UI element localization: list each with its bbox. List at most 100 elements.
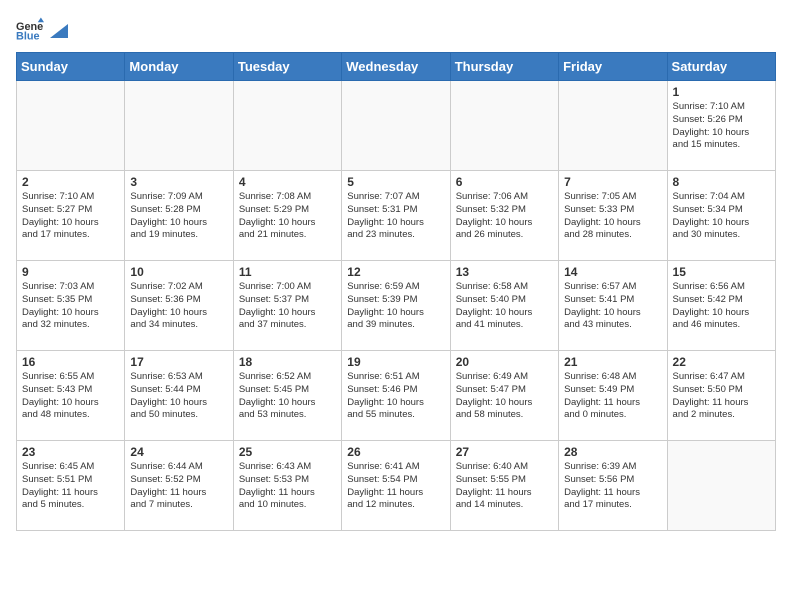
calendar-week-row: 2 Sunrise: 7:10 AM Sunset: 5:27 PM Daylig… [17, 171, 776, 261]
day-number: 23 [22, 445, 119, 459]
calendar-day-cell: 3 Sunrise: 7:09 AM Sunset: 5:28 PM Daylig… [125, 171, 233, 261]
calendar-day-cell: 9 Sunrise: 7:03 AM Sunset: 5:35 PM Daylig… [17, 261, 125, 351]
weekday-header-row: SundayMondayTuesdayWednesdayThursdayFrid… [17, 53, 776, 81]
day-info: Sunrise: 6:56 AM Sunset: 5:42 PM Dayligh… [673, 281, 770, 332]
day-number: 18 [239, 355, 336, 369]
day-info: Sunrise: 6:45 AM Sunset: 5:51 PM Dayligh… [22, 461, 119, 512]
day-info: Sunrise: 7:10 AM Sunset: 5:26 PM Dayligh… [673, 101, 770, 152]
calendar-day-cell: 14 Sunrise: 6:57 AM Sunset: 5:41 PM Dayli… [559, 261, 667, 351]
day-info: Sunrise: 6:47 AM Sunset: 5:50 PM Dayligh… [673, 371, 770, 422]
day-info: Sunrise: 7:00 AM Sunset: 5:37 PM Dayligh… [239, 281, 336, 332]
day-number: 3 [130, 175, 227, 189]
calendar-day-cell: 8 Sunrise: 7:04 AM Sunset: 5:34 PM Daylig… [667, 171, 775, 261]
day-number: 16 [22, 355, 119, 369]
weekday-header-tuesday: Tuesday [233, 53, 341, 81]
calendar-day-cell [17, 81, 125, 171]
weekday-header-friday: Friday [559, 53, 667, 81]
day-number: 28 [564, 445, 661, 459]
svg-text:Blue: Blue [16, 30, 40, 42]
calendar-day-cell: 7 Sunrise: 7:05 AM Sunset: 5:33 PM Daylig… [559, 171, 667, 261]
day-number: 24 [130, 445, 227, 459]
calendar-day-cell: 22Sunrise: 6:47 AM Sunset: 5:50 PM Dayli… [667, 351, 775, 441]
day-number: 10 [130, 265, 227, 279]
day-number: 19 [347, 355, 444, 369]
day-number: 5 [347, 175, 444, 189]
day-number: 12 [347, 265, 444, 279]
day-info: Sunrise: 6:57 AM Sunset: 5:41 PM Dayligh… [564, 281, 661, 332]
weekday-header-sunday: Sunday [17, 53, 125, 81]
day-info: Sunrise: 7:10 AM Sunset: 5:27 PM Dayligh… [22, 191, 119, 242]
day-number: 13 [456, 265, 553, 279]
calendar-day-cell [125, 81, 233, 171]
calendar-day-cell [342, 81, 450, 171]
weekday-header-wednesday: Wednesday [342, 53, 450, 81]
day-number: 1 [673, 85, 770, 99]
weekday-header-thursday: Thursday [450, 53, 558, 81]
calendar-week-row: 23 Sunrise: 6:45 AM Sunset: 5:51 PM Dayli… [17, 441, 776, 531]
weekday-header-saturday: Saturday [667, 53, 775, 81]
calendar-day-cell: 2 Sunrise: 7:10 AM Sunset: 5:27 PM Daylig… [17, 171, 125, 261]
calendar-day-cell: 25 Sunrise: 6:43 AM Sunset: 5:53 PM Dayli… [233, 441, 341, 531]
calendar-day-cell: 1 Sunrise: 7:10 AM Sunset: 5:26 PM Daylig… [667, 81, 775, 171]
day-info: Sunrise: 7:04 AM Sunset: 5:34 PM Dayligh… [673, 191, 770, 242]
day-number: 9 [22, 265, 119, 279]
calendar-day-cell: 21Sunrise: 6:48 AM Sunset: 5:49 PM Dayli… [559, 351, 667, 441]
day-number: 25 [239, 445, 336, 459]
calendar-day-cell: 27Sunrise: 6:40 AM Sunset: 5:55 PM Dayli… [450, 441, 558, 531]
calendar-day-cell [233, 81, 341, 171]
day-info: Sunrise: 6:58 AM Sunset: 5:40 PM Dayligh… [456, 281, 553, 332]
day-number: 27 [456, 445, 553, 459]
day-info: Sunrise: 6:43 AM Sunset: 5:53 PM Dayligh… [239, 461, 336, 512]
day-info: Sunrise: 7:03 AM Sunset: 5:35 PM Dayligh… [22, 281, 119, 332]
calendar-week-row: 1 Sunrise: 7:10 AM Sunset: 5:26 PM Daylig… [17, 81, 776, 171]
calendar-day-cell: 6Sunrise: 7:06 AM Sunset: 5:32 PM Daylig… [450, 171, 558, 261]
day-info: Sunrise: 7:07 AM Sunset: 5:31 PM Dayligh… [347, 191, 444, 242]
day-number: 14 [564, 265, 661, 279]
day-info: Sunrise: 7:08 AM Sunset: 5:29 PM Dayligh… [239, 191, 336, 242]
day-info: Sunrise: 6:41 AM Sunset: 5:54 PM Dayligh… [347, 461, 444, 512]
logo-triangle-icon [50, 24, 68, 38]
calendar-day-cell [450, 81, 558, 171]
calendar-day-cell [667, 441, 775, 531]
calendar-day-cell: 15Sunrise: 6:56 AM Sunset: 5:42 PM Dayli… [667, 261, 775, 351]
day-number: 11 [239, 265, 336, 279]
day-info: Sunrise: 6:55 AM Sunset: 5:43 PM Dayligh… [22, 371, 119, 422]
day-number: 2 [22, 175, 119, 189]
day-info: Sunrise: 7:09 AM Sunset: 5:28 PM Dayligh… [130, 191, 227, 242]
calendar-day-cell [559, 81, 667, 171]
logo: General Blue [16, 16, 68, 44]
calendar-week-row: 16 Sunrise: 6:55 AM Sunset: 5:43 PM Dayli… [17, 351, 776, 441]
day-info: Sunrise: 6:51 AM Sunset: 5:46 PM Dayligh… [347, 371, 444, 422]
day-info: Sunrise: 6:49 AM Sunset: 5:47 PM Dayligh… [456, 371, 553, 422]
day-number: 20 [456, 355, 553, 369]
calendar-day-cell: 23 Sunrise: 6:45 AM Sunset: 5:51 PM Dayli… [17, 441, 125, 531]
day-number: 6 [456, 175, 553, 189]
day-info: Sunrise: 6:59 AM Sunset: 5:39 PM Dayligh… [347, 281, 444, 332]
day-info: Sunrise: 7:05 AM Sunset: 5:33 PM Dayligh… [564, 191, 661, 242]
day-info: Sunrise: 6:52 AM Sunset: 5:45 PM Dayligh… [239, 371, 336, 422]
day-number: 8 [673, 175, 770, 189]
calendar-week-row: 9 Sunrise: 7:03 AM Sunset: 5:35 PM Daylig… [17, 261, 776, 351]
day-info: Sunrise: 6:44 AM Sunset: 5:52 PM Dayligh… [130, 461, 227, 512]
calendar-day-cell: 12 Sunrise: 6:59 AM Sunset: 5:39 PM Dayli… [342, 261, 450, 351]
day-number: 21 [564, 355, 661, 369]
day-info: Sunrise: 7:02 AM Sunset: 5:36 PM Dayligh… [130, 281, 227, 332]
logo-icon: General Blue [16, 16, 44, 44]
calendar-day-cell: 16 Sunrise: 6:55 AM Sunset: 5:43 PM Dayli… [17, 351, 125, 441]
day-number: 17 [130, 355, 227, 369]
calendar-day-cell: 18 Sunrise: 6:52 AM Sunset: 5:45 PM Dayli… [233, 351, 341, 441]
page-header: General Blue [16, 16, 776, 44]
calendar-day-cell: 11 Sunrise: 7:00 AM Sunset: 5:37 PM Dayli… [233, 261, 341, 351]
weekday-header-monday: Monday [125, 53, 233, 81]
calendar-day-cell: 20 Sunrise: 6:49 AM Sunset: 5:47 PM Dayli… [450, 351, 558, 441]
calendar-table: SundayMondayTuesdayWednesdayThursdayFrid… [16, 52, 776, 531]
calendar-day-cell: 10 Sunrise: 7:02 AM Sunset: 5:36 PM Dayli… [125, 261, 233, 351]
day-number: 26 [347, 445, 444, 459]
calendar-day-cell: 24 Sunrise: 6:44 AM Sunset: 5:52 PM Dayli… [125, 441, 233, 531]
day-info: Sunrise: 6:53 AM Sunset: 5:44 PM Dayligh… [130, 371, 227, 422]
calendar-day-cell: 13 Sunrise: 6:58 AM Sunset: 5:40 PM Dayli… [450, 261, 558, 351]
calendar-day-cell: 19 Sunrise: 6:51 AM Sunset: 5:46 PM Dayli… [342, 351, 450, 441]
day-number: 7 [564, 175, 661, 189]
calendar-day-cell: 4Sunrise: 7:08 AM Sunset: 5:29 PM Daylig… [233, 171, 341, 261]
calendar-day-cell: 28Sunrise: 6:39 AM Sunset: 5:56 PM Dayli… [559, 441, 667, 531]
